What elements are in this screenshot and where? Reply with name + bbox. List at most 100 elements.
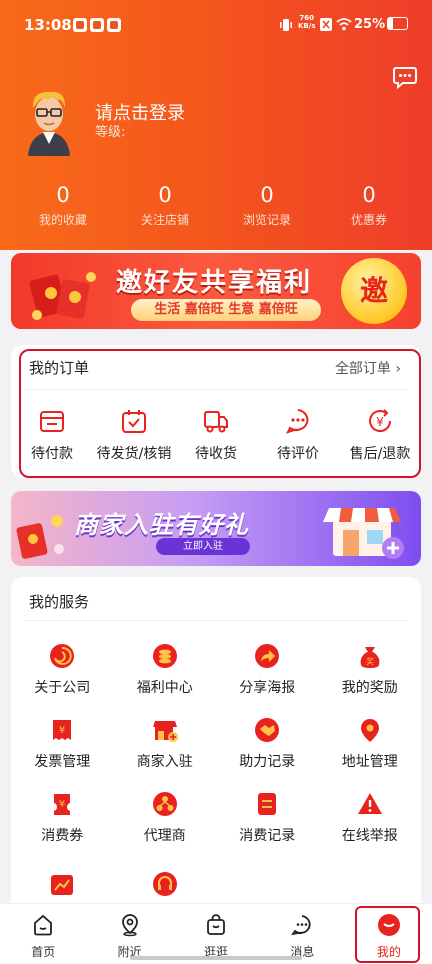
divider: [25, 389, 407, 390]
location-icon: [121, 914, 138, 937]
order-status-row: 待付款 待发货/核销 待收货 待评价 ¥ 售后/退款: [11, 407, 421, 463]
order-pending-receipt[interactable]: 待收货: [175, 407, 257, 463]
shopping-bag-icon: [207, 914, 225, 935]
service-label: 关于公司: [34, 680, 91, 696]
voucher-icon: ¥: [54, 794, 71, 815]
tab-nearby[interactable]: 附近: [86, 904, 172, 964]
tab-home[interactable]: 首页: [0, 904, 86, 964]
chat-bubble-icon: [286, 409, 309, 434]
service-label: 地址管理: [341, 754, 398, 770]
avatar[interactable]: [24, 86, 74, 156]
merchant-join-banner[interactable]: 商家入驻有好礼 立即入驻: [11, 491, 421, 566]
service-share-poster[interactable]: 分享海报: [216, 643, 319, 699]
invite-banner-title: 邀好友共享福利: [116, 268, 313, 298]
order-after-sales[interactable]: ¥ 售后/退款: [339, 407, 421, 463]
wallet-icon: [40, 411, 64, 432]
chart-trend-icon[interactable]: [49, 871, 75, 897]
stat-label: 优惠券: [350, 213, 387, 227]
services-title: 我的服务: [29, 593, 90, 611]
truck-icon: [204, 411, 228, 433]
stat-value: 0: [56, 183, 70, 207]
service-assist-records[interactable]: 助力记录: [216, 717, 319, 773]
service-vouchers[interactable]: ¥ 消费券: [11, 791, 114, 847]
merchant-banner-title: 商家入驻有好礼: [74, 511, 249, 539]
chevron-right-icon: ›: [395, 361, 401, 377]
order-label: 售后/退款: [349, 446, 411, 462]
swirl-icon: [50, 644, 75, 668]
location-pin-icon: [360, 719, 379, 742]
service-label: 消费记录: [239, 828, 296, 844]
record-list-icon: [258, 793, 277, 815]
customer-service-icon[interactable]: [392, 64, 418, 90]
order-pending-shipment[interactable]: 待发货/核销: [93, 407, 175, 463]
service-about-company[interactable]: 关于公司: [11, 643, 114, 699]
service-label: 助力记录: [239, 754, 296, 770]
service-merchant-join[interactable]: 商家入驻: [114, 717, 217, 773]
home-indicator[interactable]: [130, 956, 302, 960]
services-grid: 关于公司 福利中心 分享海报 奖 我的奖励 ¥ 发票管理 商家入驻 助力记录 地…: [11, 643, 421, 847]
vibrate-icon: [280, 19, 292, 31]
order-label: 待评价: [277, 446, 319, 462]
stat-browse-history[interactable]: 0 浏览记录: [216, 182, 318, 232]
divider: [25, 620, 407, 621]
stat-value: 0: [260, 183, 274, 207]
stat-followed-shops[interactable]: 0 关注店铺: [114, 182, 216, 232]
service-label: 商家入驻: [136, 754, 193, 770]
invite-friends-banner[interactable]: 邀好友共享福利 生活 嘉倍旺 生意 嘉倍旺 邀: [11, 253, 421, 329]
message-icon: [291, 915, 311, 936]
order-label: 待发货/核销: [96, 446, 172, 462]
stat-value: 0: [362, 183, 376, 207]
mail-notification-icon: [107, 18, 121, 32]
member-level: 等级:: [95, 125, 126, 140]
all-orders-link[interactable]: 全部订单 ›: [335, 358, 401, 378]
stat-favorites[interactable]: 0 我的收藏: [12, 182, 114, 232]
service-agents[interactable]: 代理商: [114, 791, 217, 847]
tab-label: 首页: [31, 945, 56, 959]
service-address-management[interactable]: 地址管理: [319, 717, 422, 773]
service-welfare-center[interactable]: 福利中心: [114, 643, 217, 699]
gift-envelope-icon: [16, 515, 64, 559]
service-spending-records[interactable]: 消费记录: [216, 791, 319, 847]
stat-coupons[interactable]: 0 优惠券: [318, 182, 420, 232]
service-label: 分享海报: [239, 680, 296, 696]
order-pending-review[interactable]: 待评价: [257, 407, 339, 463]
service-label: 消费券: [41, 828, 84, 844]
service-label: 在线举报: [341, 828, 398, 844]
coins-icon: [152, 644, 177, 668]
profile-stats: 0 我的收藏 0 关注店铺 0 浏览记录 0 优惠券: [12, 182, 420, 232]
join-now-button[interactable]: 立即入驻: [156, 538, 250, 555]
order-label: 待付款: [31, 446, 73, 462]
orders-title: 我的订单: [29, 359, 90, 377]
share-arrow-icon: [255, 644, 280, 668]
app-notification-icon: [73, 18, 87, 32]
headset-icon[interactable]: [152, 871, 178, 897]
my-orders-card: 我的订单 全部订单 › 待付款 待发货/核销 待收货 待评价 ¥ 售后/退款: [11, 345, 421, 478]
svg-text:¥: ¥: [376, 415, 384, 429]
battery-percent: 25%: [354, 17, 386, 32]
order-label: 待收货: [195, 446, 237, 462]
invite-badge: 邀: [341, 258, 407, 324]
service-my-rewards[interactable]: 奖 我的奖励: [319, 643, 422, 699]
service-label: 我的奖励: [341, 680, 398, 696]
warning-icon: [357, 793, 382, 814]
profile-icon: [377, 914, 400, 936]
tab-mine[interactable]: 我的: [346, 904, 432, 964]
order-pending-payment[interactable]: 待付款: [11, 407, 93, 463]
service-label: 代理商: [143, 828, 186, 844]
svg-text:奖: 奖: [366, 656, 374, 666]
service-online-report[interactable]: 在线举报: [319, 791, 422, 847]
battery-icon: [387, 17, 408, 30]
home-icon: [34, 914, 53, 936]
service-invoice-management[interactable]: ¥ 发票管理: [11, 717, 114, 773]
red-envelope-icon: [29, 272, 96, 320]
storefront-illustration-icon: [323, 508, 404, 559]
reward-bag-icon: 奖: [360, 647, 380, 668]
stat-label: 我的收藏: [38, 213, 87, 227]
tab-messages[interactable]: 消息: [259, 904, 345, 964]
yen-refund-icon: ¥: [369, 409, 391, 432]
tab-browse[interactable]: 逛逛: [173, 904, 259, 964]
video-notification-icon: [90, 18, 104, 32]
agent-network-icon: [152, 792, 177, 816]
service-label: 福利中心: [136, 680, 193, 696]
invite-banner-subtitle: 生活 嘉倍旺 生意 嘉倍旺: [131, 299, 321, 321]
